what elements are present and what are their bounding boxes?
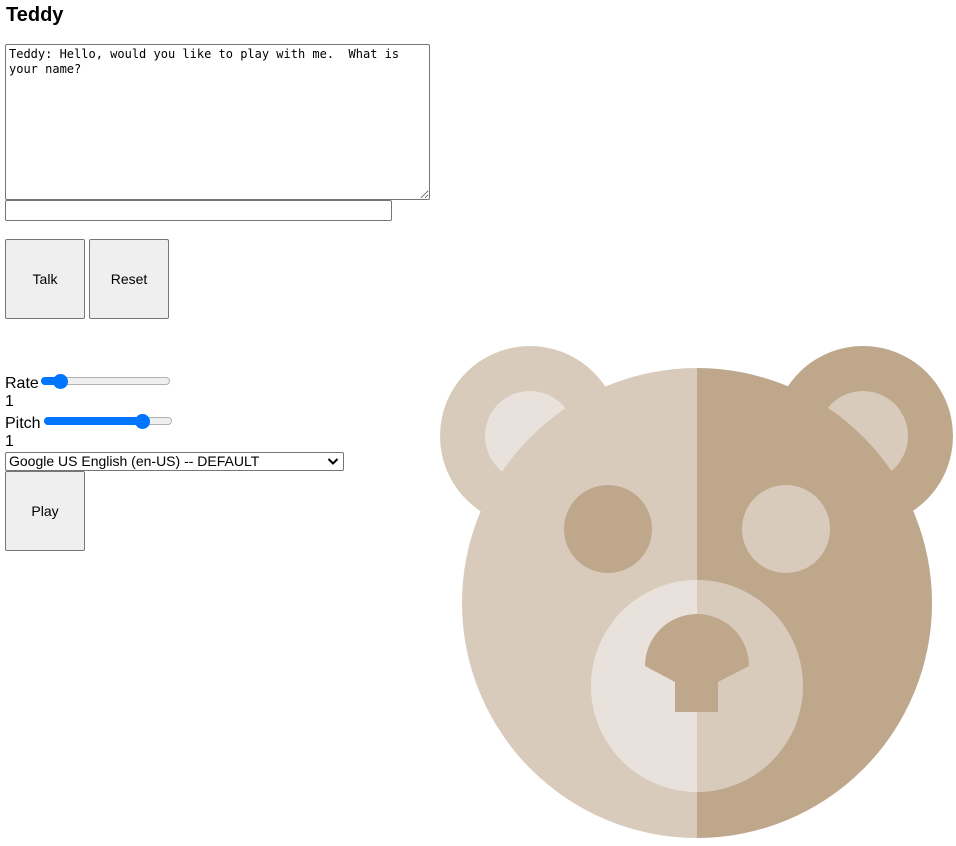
left-eye [564, 485, 652, 573]
voice-select-value: Google US English (en-US) -- DEFAULT [9, 453, 260, 469]
message-input[interactable] [5, 200, 392, 221]
chat-log-textarea[interactable]: Teddy: Hello, would you like to play wit… [5, 44, 430, 200]
pitch-value: 1 [5, 433, 14, 450]
voice-select[interactable]: Google US English (en-US) -- DEFAULT [5, 452, 344, 471]
teddy-app: Teddy Teddy: Hello, would you like to pl… [0, 0, 956, 846]
play-button[interactable]: Play [5, 471, 85, 551]
pitch-slider-fill [44, 417, 143, 425]
talk-button[interactable]: Talk [5, 239, 85, 319]
page-title: Teddy [6, 4, 64, 26]
pitch-label: Pitch [5, 415, 41, 432]
chevron-down-icon [327, 458, 339, 465]
teddy-bear-image [440, 346, 953, 838]
right-eye [742, 485, 830, 573]
reset-button[interactable]: Reset [89, 239, 169, 319]
pitch-slider-thumb[interactable] [135, 414, 151, 429]
rate-value: 1 [5, 393, 14, 410]
pitch-slider[interactable] [44, 413, 172, 429]
rate-slider-thumb[interactable] [52, 374, 68, 389]
rate-label: Rate [5, 375, 39, 392]
rate-slider[interactable] [41, 373, 170, 389]
